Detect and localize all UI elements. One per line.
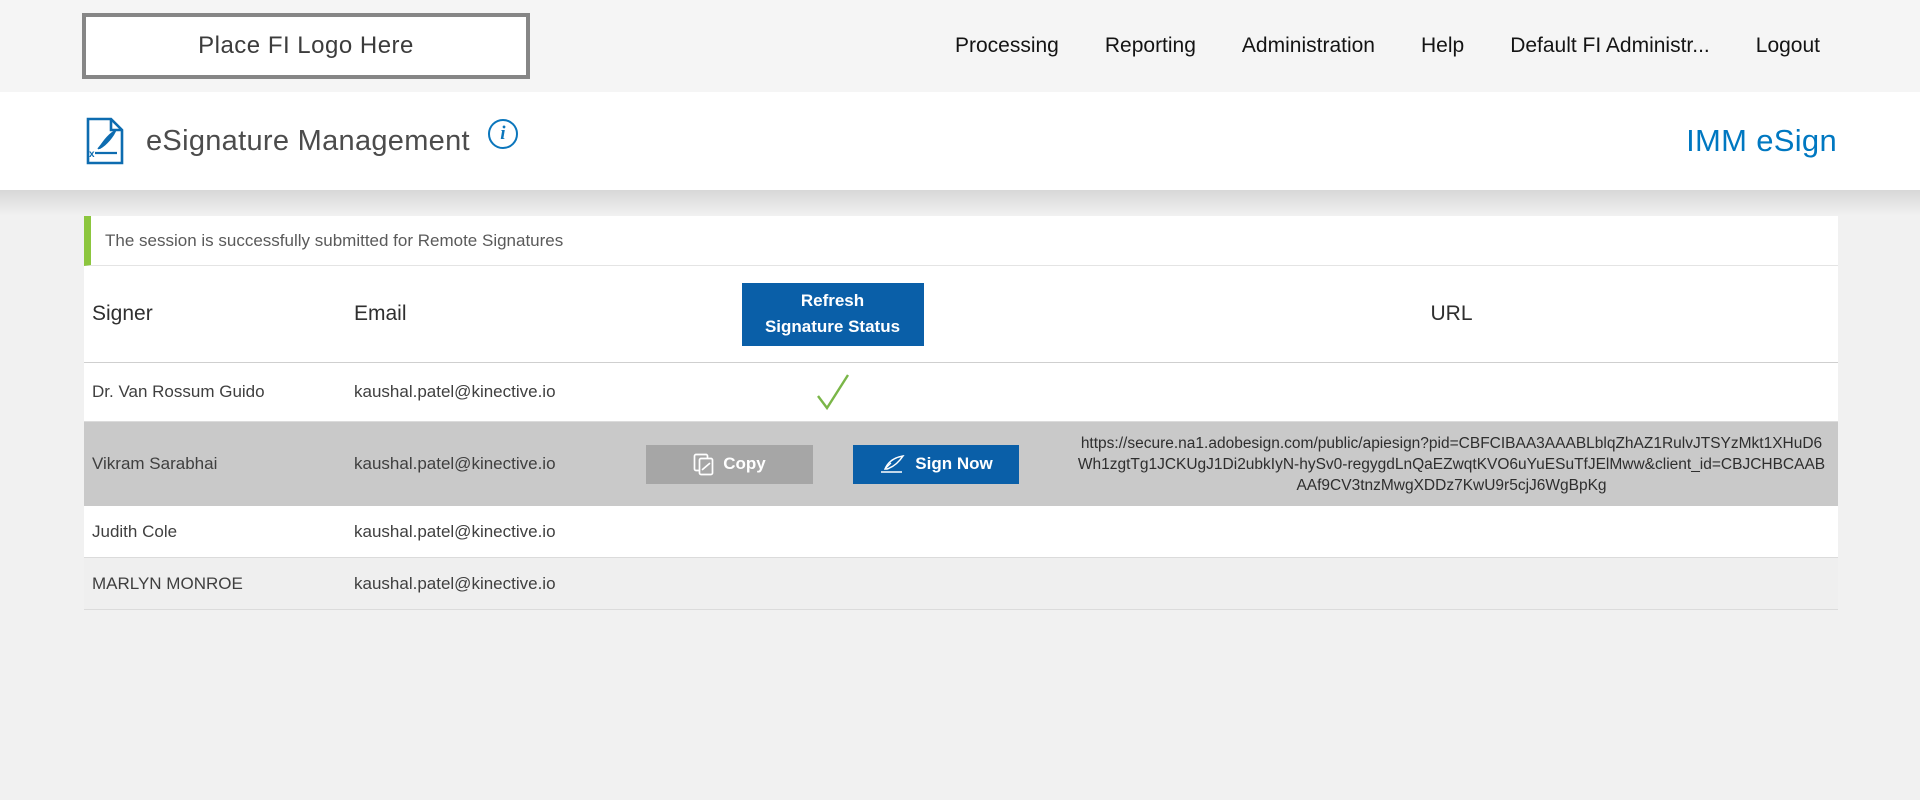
signer-name: Judith Cole — [84, 522, 346, 542]
signer-name: Dr. Van Rossum Guido — [84, 382, 346, 402]
menu-item-user[interactable]: Default FI Administr... — [1510, 34, 1710, 58]
menu-item-help[interactable]: Help — [1421, 34, 1464, 58]
page-header: x eSignature Management i IMM eSign — [0, 92, 1920, 190]
signing-url-text: https://secure.na1.adobesign.com/public/… — [1065, 433, 1838, 496]
table-row-highlighted: Vikram Sarabhai kaushal.patel@kinective.… — [84, 422, 1838, 506]
sign-now-button[interactable]: Sign Now — [853, 445, 1019, 484]
signer-email: kaushal.patel@kinective.io — [346, 454, 600, 474]
imm-esign-brand: IMM eSign — [1686, 123, 1837, 159]
success-message-bar: The session is successfully submitted fo… — [84, 216, 1838, 266]
menu-item-reporting[interactable]: Reporting — [1105, 34, 1196, 58]
fi-logo-placeholder: Place FI Logo Here — [82, 13, 530, 79]
menu-item-logout[interactable]: Logout — [1756, 34, 1820, 58]
refresh-signature-status-button[interactable]: Refresh Signature Status — [742, 283, 924, 346]
column-header-signer: Signer — [84, 302, 346, 326]
quill-pen-icon — [879, 454, 906, 474]
signer-email: kaushal.patel@kinective.io — [346, 382, 600, 402]
fi-logo-text: Place FI Logo Here — [198, 32, 414, 60]
success-message-text: The session is successfully submitted fo… — [105, 231, 563, 251]
table-row: Dr. Van Rossum Guido kaushal.patel@kinec… — [84, 363, 1838, 422]
column-header-url: URL — [1065, 302, 1838, 326]
table-row: Judith Cole kaushal.patel@kinective.io — [84, 506, 1838, 558]
main-menu: Processing Reporting Administration Help… — [955, 34, 1820, 58]
info-icon[interactable]: i — [488, 119, 518, 149]
main-content: The session is successfully submitted fo… — [84, 216, 1838, 610]
svg-text:x: x — [89, 149, 95, 160]
table-row: MARLYN MONROE kaushal.patel@kinective.io — [84, 558, 1838, 609]
header-shadow — [0, 190, 1920, 216]
signer-name: MARLYN MONROE — [84, 574, 346, 594]
signer-email: kaushal.patel@kinective.io — [346, 522, 600, 542]
copy-link-icon — [693, 453, 714, 476]
signed-check-icon — [815, 372, 851, 412]
signer-name: Vikram Sarabhai — [84, 454, 346, 474]
top-nav-bar: Place FI Logo Here Processing Reporting … — [0, 0, 1920, 92]
page-title: eSignature Management — [146, 125, 470, 158]
table-header-row: Signer Email Refresh Signature Status UR… — [84, 266, 1838, 363]
esign-document-icon: x — [86, 117, 124, 165]
column-header-email: Email — [346, 302, 600, 326]
signer-email: kaushal.patel@kinective.io — [346, 574, 600, 594]
copy-url-button[interactable]: Copy — [646, 445, 813, 484]
menu-item-processing[interactable]: Processing — [955, 34, 1059, 58]
menu-item-administration[interactable]: Administration — [1242, 34, 1375, 58]
signers-table: Signer Email Refresh Signature Status UR… — [84, 266, 1838, 610]
